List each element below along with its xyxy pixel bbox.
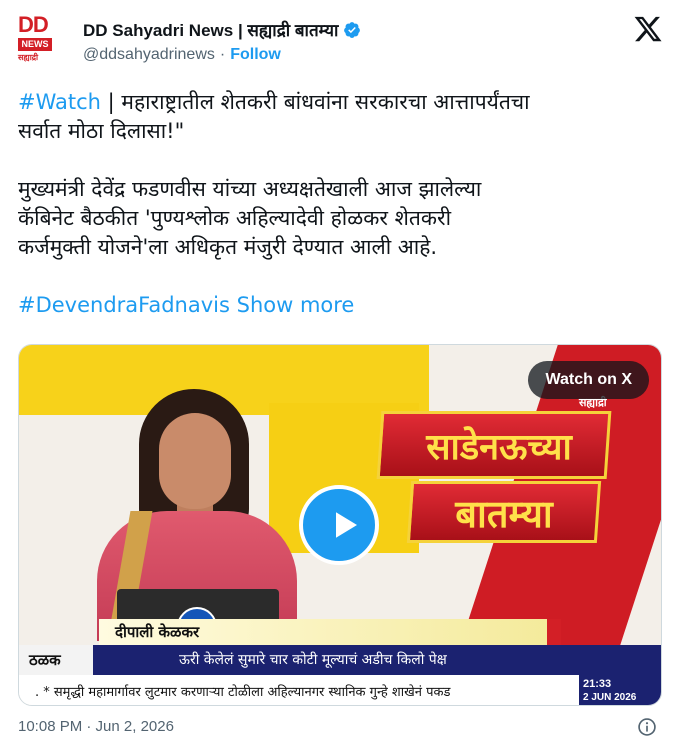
account-avatar[interactable]: DD NEWS सह्याद्री: [18, 14, 68, 68]
info-icon[interactable]: [637, 717, 657, 737]
hashtag-watch[interactable]: #Watch: [18, 90, 101, 114]
headline-ticker-text: ऊरी केलेलं सुमारे चार कोटी मूल्याचं अडीच…: [179, 652, 447, 668]
follow-button[interactable]: Follow: [230, 46, 281, 64]
presenter-face: [159, 413, 231, 509]
tweet-para2-line1: मुख्यमंत्री देवेंद्र फडणवीस यांच्या अध्य…: [18, 177, 482, 201]
account-handle[interactable]: @ddsahyadrinews: [83, 46, 215, 64]
avatar-logo-dd: DD: [18, 12, 49, 37]
clock-time: 21:33: [583, 678, 612, 690]
name-row: DD Sahyadri News | सह्याद्री बातम्या: [83, 18, 361, 41]
display-name[interactable]: DD Sahyadri News | सह्याद्री बातम्या: [83, 18, 338, 41]
headline-ticker-label: ठळक: [19, 645, 93, 675]
name-strip-accent: [547, 619, 561, 645]
tweet-line-1: #Watch | महाराष्ट्रातील शेतकरी बांधवांना…: [18, 88, 668, 117]
video-player[interactable]: सह्याद्री साडेनऊच्या बातम्या Watch on X …: [18, 344, 662, 706]
handle-row: @ddsahyadrinews · Follow: [83, 46, 281, 64]
show-more-link[interactable]: Show more: [237, 293, 355, 317]
play-icon: [336, 512, 357, 538]
tweet-line-2: सर्वात मोठा दिलासा!": [18, 119, 185, 143]
broadcast-clock: 21:33 2 JUN 2026: [579, 675, 661, 705]
avatar-logo-sahyadri: सह्याद्री: [18, 53, 39, 62]
avatar-logo-news: NEWS: [18, 38, 52, 51]
presenter-name: दीपाली केळकर: [115, 623, 200, 641]
tweet-line-1-text: | महाराष्ट्रातील शेतकरी बांधवांना सरकारच…: [100, 90, 530, 114]
tweet-text: #Watch | महाराष्ट्रातील शेतकरी बांधवांना…: [18, 88, 668, 320]
show-title-line-2: बातम्या: [455, 492, 553, 536]
play-button[interactable]: [299, 485, 379, 565]
clock-date: 2 JUN 2026: [583, 692, 637, 703]
tweet-timestamp[interactable]: 10:08 PM · Jun 2, 2026: [18, 718, 174, 735]
crawl-ticker-text: . * समृद्धी महामार्गावर लुटमार करणाऱ्या …: [35, 685, 451, 700]
show-title-line-1: साडेनऊच्या: [426, 427, 572, 468]
separator-dot: ·: [219, 46, 226, 63]
tweet-hashtag-line: #DevendraFadnavis Show more: [18, 291, 668, 320]
hashtag-devendrafadnavis[interactable]: #DevendraFadnavis: [18, 293, 230, 317]
verified-badge-icon: [344, 21, 361, 38]
x-logo-icon[interactable]: [633, 14, 663, 44]
tweet-para2-line2: कॅबिनेट बैठकीत 'पुण्यश्लोक अहिल्यादेवी ह…: [18, 206, 452, 230]
tweet-para2-line3: कर्जमुक्ती योजने'ला अधिकृत मंजुरी देण्या…: [18, 235, 438, 259]
watch-on-x-button[interactable]: Watch on X: [528, 361, 649, 399]
tweet-header: DD NEWS सह्याद्री DD Sahyadri News | सह्…: [0, 0, 685, 80]
